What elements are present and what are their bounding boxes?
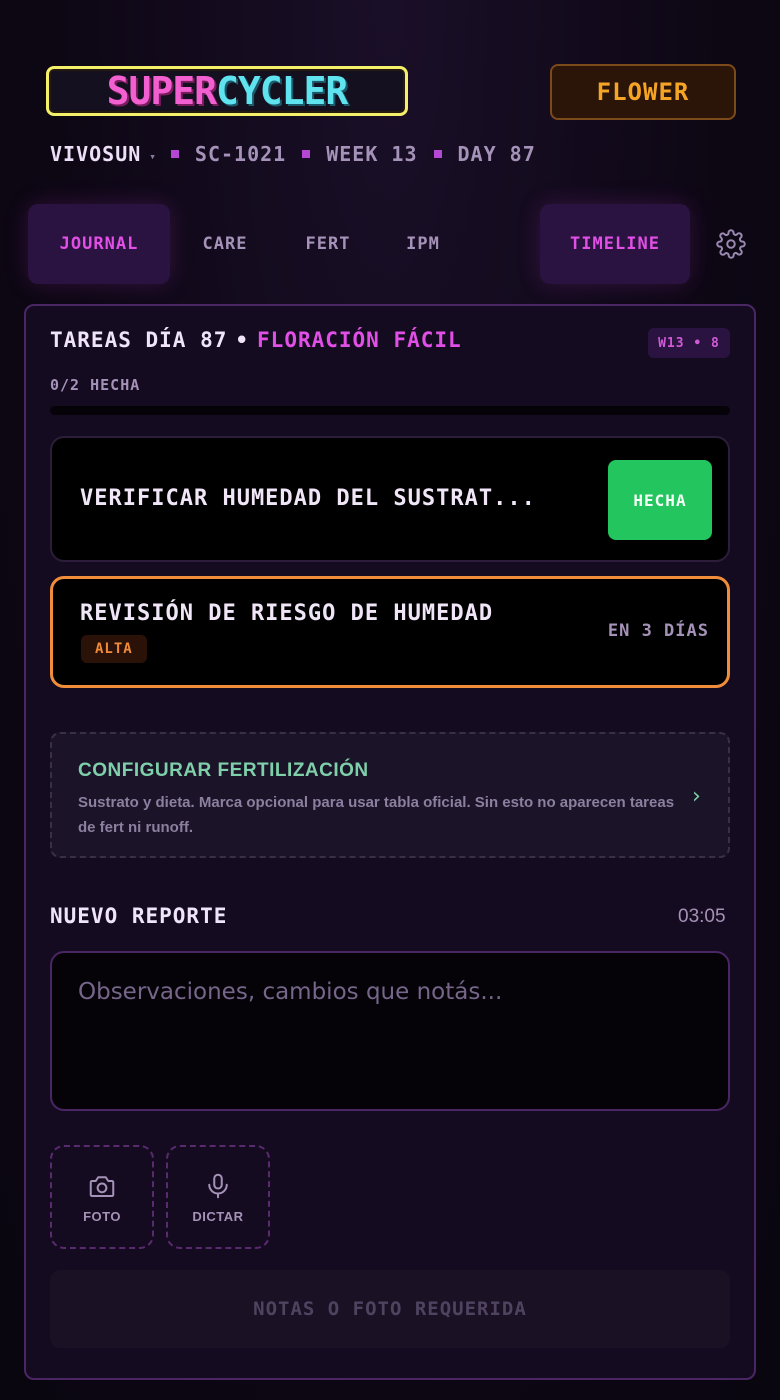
report-time: 03:05 xyxy=(678,906,726,927)
phase-label: FLORACIÓN FÁCIL xyxy=(257,328,462,352)
fert-card-title: CONFIGURAR FERTILIZACIÓN xyxy=(78,760,369,781)
submit-report-button[interactable]: NOTAS O FOTO REQUERIDA xyxy=(50,1270,730,1348)
fert-card-description: Sustrato y dieta. Marca opcional para us… xyxy=(78,794,675,836)
due-label: EN 3 DÍAS xyxy=(607,621,709,641)
tab-ipm[interactable]: IPM xyxy=(386,204,460,284)
task-card: VERIFICAR HUMEDAD DEL SUSTRAT... HECHA xyxy=(50,436,730,562)
tasks-title: TAREAS DÍA 87 xyxy=(50,328,228,352)
progress-bar xyxy=(50,406,730,415)
day-label: DAY 87 xyxy=(457,142,536,166)
week-label: WEEK 13 xyxy=(326,142,418,166)
week-badge: W13 • 8 xyxy=(648,328,730,358)
phase-button[interactable]: FLOWER xyxy=(550,64,736,120)
chevron-right-icon: › xyxy=(692,784,701,809)
title-separator: • xyxy=(235,328,250,352)
task-label: REVISIÓN DE RIESGO DE HUMEDAD xyxy=(80,601,494,626)
dictate-button[interactable]: DICTAR xyxy=(166,1145,270,1249)
priority-badge: ALTA xyxy=(81,635,147,663)
tent-selector[interactable]: VIVOSUN xyxy=(50,142,141,166)
fert-setup-card[interactable]: CONFIGURAR FERTILIZACIÓN Sustrato y diet… xyxy=(50,732,730,858)
camera-icon xyxy=(89,1175,115,1197)
logo-part-cycler: CYCLER xyxy=(216,69,348,113)
dictate-label: DICTAR xyxy=(192,1208,244,1224)
tab-timeline[interactable]: TIMELINE xyxy=(540,204,690,284)
mark-done-button[interactable]: HECHA xyxy=(608,460,712,540)
progress-text: 0/2 HECHA xyxy=(50,376,141,394)
notes-input[interactable] xyxy=(50,951,730,1111)
plant-id: SC-1021 xyxy=(194,142,287,166)
photo-button[interactable]: FOTO xyxy=(50,1145,154,1249)
tab-care[interactable]: CARE xyxy=(180,204,270,284)
chevron-down-icon[interactable]: ▾ xyxy=(149,150,157,163)
meta-separator-dot xyxy=(302,150,311,158)
meta-separator-dot xyxy=(170,150,179,158)
plant-meta-bar: VIVOSUN ▾ SC-1021 WEEK 13 DAY 87 xyxy=(50,140,536,168)
app-logo: SUPER CYCLER xyxy=(46,66,408,116)
tab-journal[interactable]: JOURNAL xyxy=(28,204,170,284)
meta-separator-dot xyxy=(433,150,442,158)
gear-icon[interactable] xyxy=(716,229,746,259)
photo-label: FOTO xyxy=(83,1208,121,1224)
tab-fert[interactable]: FERT xyxy=(286,204,370,284)
microphone-icon xyxy=(208,1173,228,1198)
task-card[interactable]: REVISIÓN DE RIESGO DE HUMEDAD ALTA EN 3 … xyxy=(50,576,730,688)
report-title: NUEVO REPORTE xyxy=(50,904,228,928)
logo-part-super: SUPER xyxy=(106,69,217,113)
tasks-heading: TAREAS DÍA 87 • FLORACIÓN FÁCIL xyxy=(50,328,462,352)
task-label: VERIFICAR HUMEDAD DEL SUSTRAT... xyxy=(80,486,536,511)
